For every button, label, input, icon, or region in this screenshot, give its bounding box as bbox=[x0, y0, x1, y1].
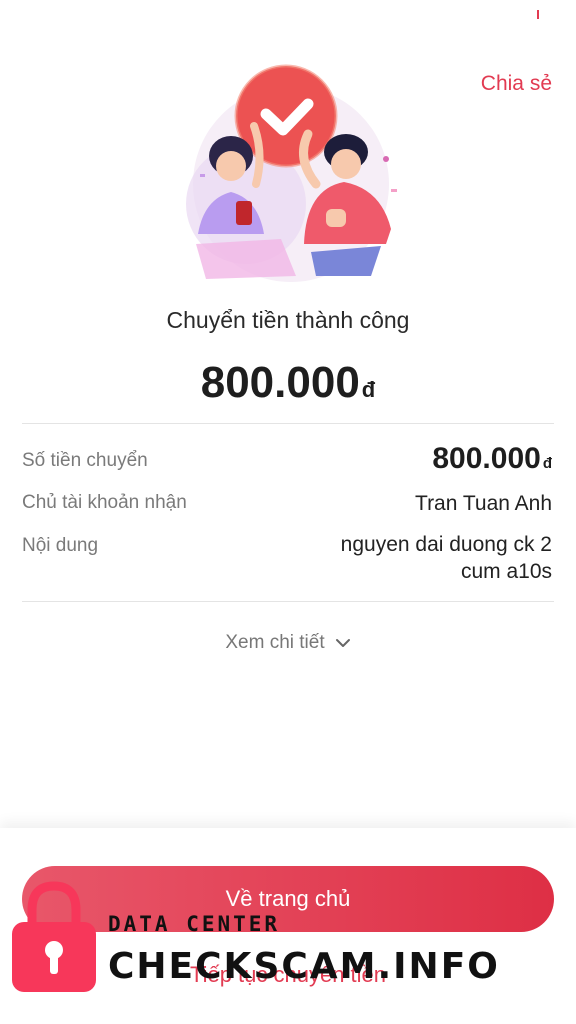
amount-number: 800.000 bbox=[200, 358, 360, 407]
success-illustration bbox=[186, 64, 397, 282]
currency-symbol: đ bbox=[361, 377, 376, 402]
content-value: nguyen dai duong ck 2 cum a10s bbox=[340, 533, 552, 583]
status-indicator bbox=[537, 10, 539, 19]
divider bbox=[22, 601, 554, 602]
transfer-amount: 800.000đ bbox=[0, 358, 576, 408]
amount-label: Số tiền chuyển bbox=[22, 450, 148, 471]
home-button[interactable]: Về trang chủ bbox=[22, 866, 554, 932]
detail-row-content: Nội dung nguyen dai duong ck 2 cum a10s bbox=[22, 533, 552, 585]
transfer-status: Chuyển tiền thành công bbox=[166, 307, 410, 333]
divider bbox=[22, 423, 554, 424]
detail-row-amount: Số tiền chuyển 800.000 đ bbox=[22, 442, 552, 476]
watermark-site: CHECKSCAM.INFO bbox=[108, 946, 500, 987]
chevron-down-icon bbox=[335, 638, 350, 647]
lock-icon bbox=[12, 881, 96, 992]
recipient-value: Tran Tuan Anh bbox=[415, 492, 552, 515]
detail-row-recipient: Chủ tài khoản nhận Tran Tuan Anh bbox=[22, 492, 552, 516]
amount-value-number: 800.000 bbox=[432, 442, 541, 475]
watermark-title: DATA CENTER bbox=[108, 912, 281, 936]
recipient-label: Chủ tài khoản nhận bbox=[22, 492, 187, 513]
view-details-toggle[interactable]: Xem chi tiết bbox=[0, 632, 576, 654]
amount-value: 800.000 đ bbox=[432, 442, 552, 476]
content-label: Nội dung bbox=[22, 535, 99, 556]
amount-value-currency: đ bbox=[542, 455, 552, 472]
view-details-label: Xem chi tiết bbox=[225, 632, 325, 653]
share-button[interactable]: Chia sẻ bbox=[481, 72, 552, 96]
